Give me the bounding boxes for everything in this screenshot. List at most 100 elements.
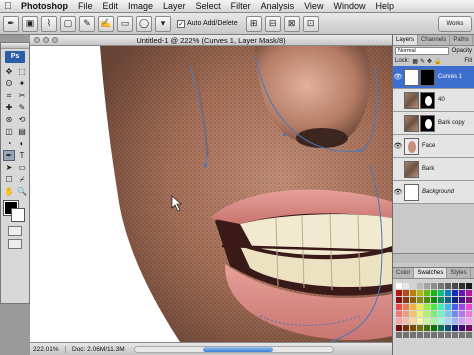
pen-icon[interactable]: ✒ bbox=[3, 150, 15, 161]
document-title-bar[interactable]: Untitled-1 @ 222% (Curves 1, Layer Mask/… bbox=[30, 35, 392, 46]
color-swatch[interactable] bbox=[417, 283, 423, 289]
color-swatch[interactable] bbox=[396, 332, 402, 338]
blur-icon[interactable]: ◔ bbox=[3, 138, 15, 149]
color-swatch[interactable] bbox=[466, 318, 472, 324]
color-swatch[interactable] bbox=[459, 325, 465, 331]
color-swatch[interactable] bbox=[410, 304, 416, 310]
color-swatch[interactable] bbox=[403, 283, 409, 289]
color-swatch[interactable] bbox=[431, 283, 437, 289]
color-swatch[interactable] bbox=[445, 290, 451, 296]
background-color-swatch[interactable] bbox=[11, 208, 25, 222]
color-swatch[interactable] bbox=[424, 283, 430, 289]
shape-icon[interactable]: ▭ bbox=[16, 162, 28, 173]
color-swatch[interactable] bbox=[452, 297, 458, 303]
gradient-icon[interactable]: ▤ bbox=[16, 126, 28, 137]
tools-panel-grip[interactable] bbox=[1, 43, 29, 49]
crop-icon[interactable]: ⌗ bbox=[3, 90, 15, 101]
quick-mask-button[interactable] bbox=[8, 226, 22, 236]
color-swatch[interactable] bbox=[438, 318, 444, 324]
eyedropper-icon[interactable]: ⌿ bbox=[16, 174, 28, 185]
color-swatch[interactable] bbox=[396, 318, 402, 324]
color-swatch[interactable] bbox=[459, 297, 465, 303]
color-swatch[interactable] bbox=[466, 325, 472, 331]
color-swatch[interactable] bbox=[403, 290, 409, 296]
minimize-window-icon[interactable] bbox=[43, 37, 49, 43]
color-swatch[interactable] bbox=[452, 325, 458, 331]
visibility-eye-icon[interactable]: 👁 bbox=[393, 142, 403, 150]
layer-mask-thumbnail[interactable] bbox=[420, 68, 435, 86]
color-swatch[interactable] bbox=[466, 290, 472, 296]
menu-edit[interactable]: Edit bbox=[98, 1, 124, 11]
color-swatch[interactable] bbox=[466, 283, 472, 289]
color-swatch[interactable] bbox=[424, 318, 430, 324]
hand-icon[interactable]: ✋ bbox=[3, 186, 15, 197]
lock-position-icon[interactable]: ✥ bbox=[427, 58, 432, 65]
close-window-icon[interactable] bbox=[34, 37, 40, 43]
layer-row[interactable]: Bark copy bbox=[393, 112, 474, 135]
slice-icon[interactable]: ✂ bbox=[16, 90, 28, 101]
menu-help[interactable]: Help bbox=[370, 1, 399, 11]
menu-analysis[interactable]: Analysis bbox=[256, 1, 300, 11]
color-swatch[interactable] bbox=[452, 311, 458, 317]
menu-image[interactable]: Image bbox=[123, 1, 158, 11]
color-swatch[interactable] bbox=[396, 290, 402, 296]
color-swatch[interactable] bbox=[459, 290, 465, 296]
shape-dropdown-button[interactable]: ▾ bbox=[155, 15, 171, 32]
lock-pixels-icon[interactable]: ✎ bbox=[420, 58, 425, 65]
color-swatch[interactable] bbox=[417, 304, 423, 310]
stamp-icon[interactable]: ⊛ bbox=[3, 114, 15, 125]
marquee-icon[interactable]: ⬚ bbox=[16, 66, 28, 77]
color-swatch[interactable] bbox=[445, 304, 451, 310]
color-swatch[interactable] bbox=[410, 290, 416, 296]
path-combine-add-button[interactable]: ⊞ bbox=[245, 15, 262, 32]
color-swatch[interactable] bbox=[452, 332, 458, 338]
dodge-icon[interactable]: ◐ bbox=[16, 138, 28, 149]
color-swatch[interactable] bbox=[424, 332, 430, 338]
color-swatch[interactable] bbox=[424, 325, 430, 331]
layer-row[interactable]: Bark bbox=[393, 158, 474, 181]
tab-channels[interactable]: Channels bbox=[418, 35, 451, 45]
magic-wand-icon[interactable]: ✦ bbox=[16, 78, 28, 89]
color-swatch[interactable] bbox=[445, 318, 451, 324]
brush-icon[interactable]: ✎ bbox=[16, 102, 28, 113]
image-canvas[interactable] bbox=[30, 46, 392, 342]
color-swatch[interactable] bbox=[396, 304, 402, 310]
color-swatch[interactable] bbox=[417, 325, 423, 331]
menu-view[interactable]: View bbox=[299, 1, 328, 11]
paths-button[interactable]: ⌇ bbox=[41, 15, 57, 32]
color-swatch[interactable] bbox=[438, 297, 444, 303]
fill-pixels-button[interactable]: ▢ bbox=[60, 15, 76, 32]
color-swatch[interactable] bbox=[403, 311, 409, 317]
color-swatch[interactable] bbox=[445, 332, 451, 338]
color-swatch[interactable] bbox=[403, 318, 409, 324]
color-swatch[interactable] bbox=[445, 297, 451, 303]
menu-layer[interactable]: Layer bbox=[158, 1, 191, 11]
color-swatch[interactable] bbox=[424, 297, 430, 303]
layer-row[interactable]: 👁 Curves 1 bbox=[393, 66, 474, 89]
color-swatch[interactable] bbox=[403, 325, 409, 331]
move-icon[interactable]: ✥ bbox=[3, 66, 15, 77]
lock-transparent-icon[interactable]: ▦ bbox=[412, 58, 418, 65]
layer-row[interactable]: 40 bbox=[393, 89, 474, 112]
color-swatch[interactable] bbox=[403, 304, 409, 310]
color-swatch[interactable] bbox=[459, 318, 465, 324]
color-swatch[interactable] bbox=[459, 311, 465, 317]
color-swatch[interactable] bbox=[438, 290, 444, 296]
lasso-icon[interactable]: ʘ bbox=[3, 78, 15, 89]
tab-layers[interactable]: Layers bbox=[393, 35, 419, 45]
history-brush-icon[interactable]: ⟲ bbox=[16, 114, 28, 125]
color-swatch[interactable] bbox=[431, 325, 437, 331]
color-swatch[interactable] bbox=[403, 332, 409, 338]
rectangle-button[interactable]: ▭ bbox=[117, 15, 133, 32]
color-swatch[interactable] bbox=[445, 325, 451, 331]
color-swatch[interactable] bbox=[466, 311, 472, 317]
eraser-icon[interactable]: ◫ bbox=[3, 126, 15, 137]
color-swatch[interactable] bbox=[410, 332, 416, 338]
path-combine-exclude-button[interactable]: ⊡ bbox=[302, 15, 319, 32]
horizontal-scrollbar[interactable] bbox=[134, 346, 334, 353]
color-swatch[interactable] bbox=[403, 297, 409, 303]
freeform-pen-button[interactable]: ✍ bbox=[98, 15, 114, 32]
color-swatch[interactable] bbox=[466, 304, 472, 310]
tab-swatches[interactable]: Swatches bbox=[414, 268, 448, 278]
color-swatch[interactable] bbox=[438, 304, 444, 310]
